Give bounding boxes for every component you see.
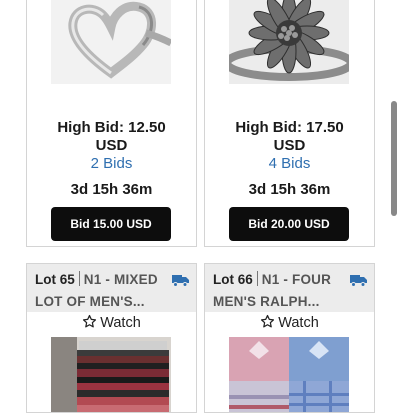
lot-card[interactable]: Lot 66 N1 - FOUR MEN'S RALPH... Watch	[204, 263, 375, 413]
watch-label: Watch	[278, 315, 319, 331]
lot-card[interactable]: High Bid: 17.50 USD 4 Bids 3d 15h 36m Bi…	[204, 0, 375, 247]
high-bid: High Bid: 12.50 USD	[57, 119, 166, 154]
time-remaining: 3d 15h 36m	[70, 181, 153, 198]
high-bid: High Bid: 17.50 USD	[235, 119, 344, 154]
bid-button[interactable]: Bid 20.00 USD	[229, 207, 349, 241]
scrollbar[interactable]	[391, 101, 397, 216]
item-photo[interactable]	[51, 0, 171, 84]
divider	[78, 271, 80, 286]
lot-title-line: N1 - FOUR	[261, 272, 332, 287]
bid-button[interactable]: Bid 15.00 USD	[51, 207, 171, 241]
item-photo[interactable]	[229, 337, 349, 412]
bid-count-link[interactable]: 4 Bids	[205, 155, 374, 172]
item-photo[interactable]	[51, 337, 171, 412]
time-remaining: 3d 15h 36m	[248, 181, 331, 198]
star-outline-icon	[261, 314, 275, 328]
lot-number: Lot 65	[35, 272, 75, 287]
shipping-truck-icon	[350, 272, 367, 294]
bid-count-link[interactable]: 2 Bids	[27, 155, 196, 172]
watch-button[interactable]: Watch	[205, 314, 374, 334]
lot-title[interactable]: Lot 65 N1 - MIXED LOT OF MEN'S...	[27, 264, 196, 312]
lot-title-line: MEN'S RALPH...	[213, 294, 320, 309]
item-photo[interactable]	[229, 0, 349, 84]
watch-button[interactable]: Watch	[27, 314, 196, 334]
watch-label: Watch	[100, 315, 141, 331]
lot-card[interactable]: Lot 65 N1 - MIXED LOT OF MEN'S... Watch	[26, 263, 197, 413]
lot-title[interactable]: Lot 66 N1 - FOUR MEN'S RALPH...	[205, 264, 374, 312]
lot-title-line: LOT OF MEN'S...	[35, 294, 145, 309]
lot-number: Lot 66	[213, 272, 253, 287]
star-outline-icon	[83, 314, 97, 328]
lot-title-line: N1 - MIXED	[83, 272, 158, 287]
divider	[256, 271, 258, 286]
shipping-truck-icon	[172, 272, 189, 294]
lot-card[interactable]: High Bid: 12.50 USD 2 Bids 3d 15h 36m Bi…	[26, 0, 197, 247]
